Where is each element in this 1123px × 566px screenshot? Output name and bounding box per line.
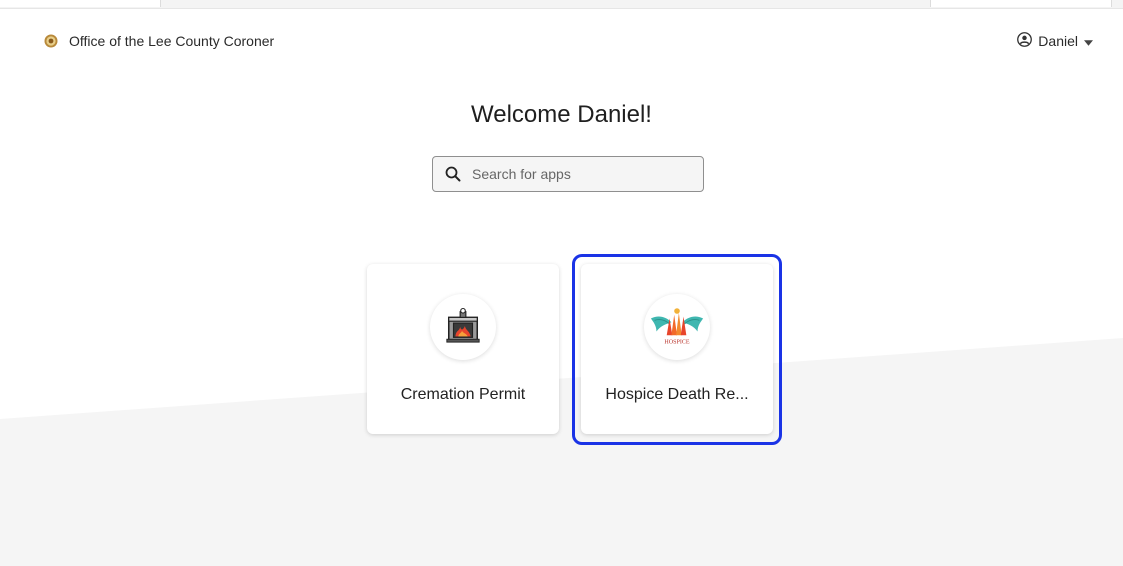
user-menu[interactable]: Daniel bbox=[1017, 32, 1093, 50]
county-seal-icon bbox=[44, 34, 58, 48]
top-bar: Office of the Lee County Coroner Daniel bbox=[0, 8, 1123, 60]
search-icon bbox=[445, 166, 461, 182]
org-name: Office of the Lee County Coroner bbox=[69, 33, 275, 49]
search-box[interactable] bbox=[432, 156, 704, 192]
app-card-cremation-permit[interactable]: Cremation Permit bbox=[367, 264, 559, 434]
user-name: Daniel bbox=[1038, 33, 1078, 49]
cremation-furnace-icon bbox=[444, 306, 482, 349]
selection-highlight bbox=[572, 254, 782, 445]
home-link[interactable]: Office of the Lee County Coroner bbox=[44, 33, 274, 49]
background-band bbox=[0, 338, 1123, 566]
welcome-title: Welcome Daniel! bbox=[471, 101, 652, 128]
search-input[interactable] bbox=[470, 165, 694, 183]
app-icon-badge bbox=[430, 294, 496, 360]
user-circle-icon bbox=[1017, 32, 1033, 50]
caret-down-icon bbox=[1084, 33, 1093, 49]
app-label: Cremation Permit bbox=[400, 386, 526, 403]
